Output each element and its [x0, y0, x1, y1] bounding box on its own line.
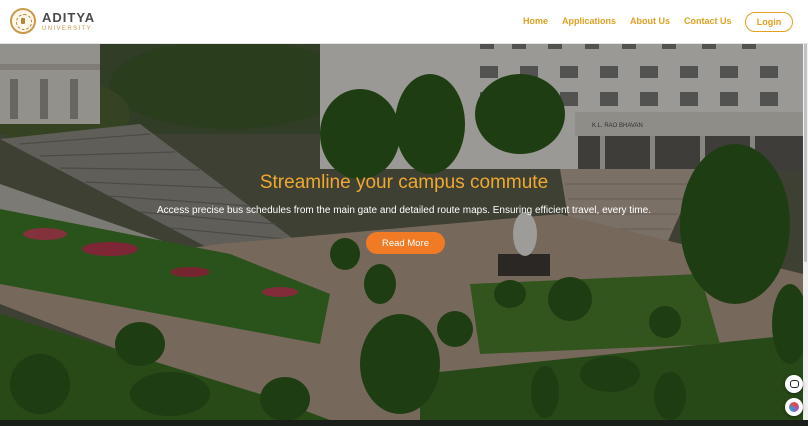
- bottom-strip: [0, 420, 808, 426]
- brand-text: ADITYA UNIVERSITY: [42, 11, 95, 32]
- top-navbar: ADITYA UNIVERSITY Home Applications Abou…: [0, 0, 808, 44]
- hero-section: K.L. RAO BHAVAN Streamline your campus c…: [0, 44, 803, 420]
- university-seal-icon: [10, 8, 36, 34]
- brand-subtitle: UNIVERSITY: [42, 25, 93, 32]
- login-button[interactable]: Login: [745, 12, 793, 32]
- hero-subtitle: Access precise bus schedules from the ma…: [157, 205, 651, 216]
- hero-content: Streamline your campus commute Access pr…: [0, 44, 803, 420]
- nav-contact-us[interactable]: Contact Us: [684, 16, 732, 26]
- nav-applications[interactable]: Applications: [562, 16, 616, 26]
- page-scrollbar[interactable]: [803, 0, 808, 420]
- chat-widget-button[interactable]: [785, 375, 803, 393]
- nav-about-us[interactable]: About Us: [630, 16, 670, 26]
- assistant-widget-button[interactable]: [785, 398, 803, 416]
- nav-home[interactable]: Home: [523, 16, 548, 26]
- chat-icon: [789, 380, 799, 388]
- hero-title: Streamline your campus commute: [259, 172, 549, 193]
- university-logo[interactable]: ADITYA UNIVERSITY: [10, 8, 95, 34]
- brand-name: ADITYA: [42, 9, 96, 25]
- assistant-icon: [789, 402, 799, 412]
- read-more-button[interactable]: Read More: [366, 232, 445, 254]
